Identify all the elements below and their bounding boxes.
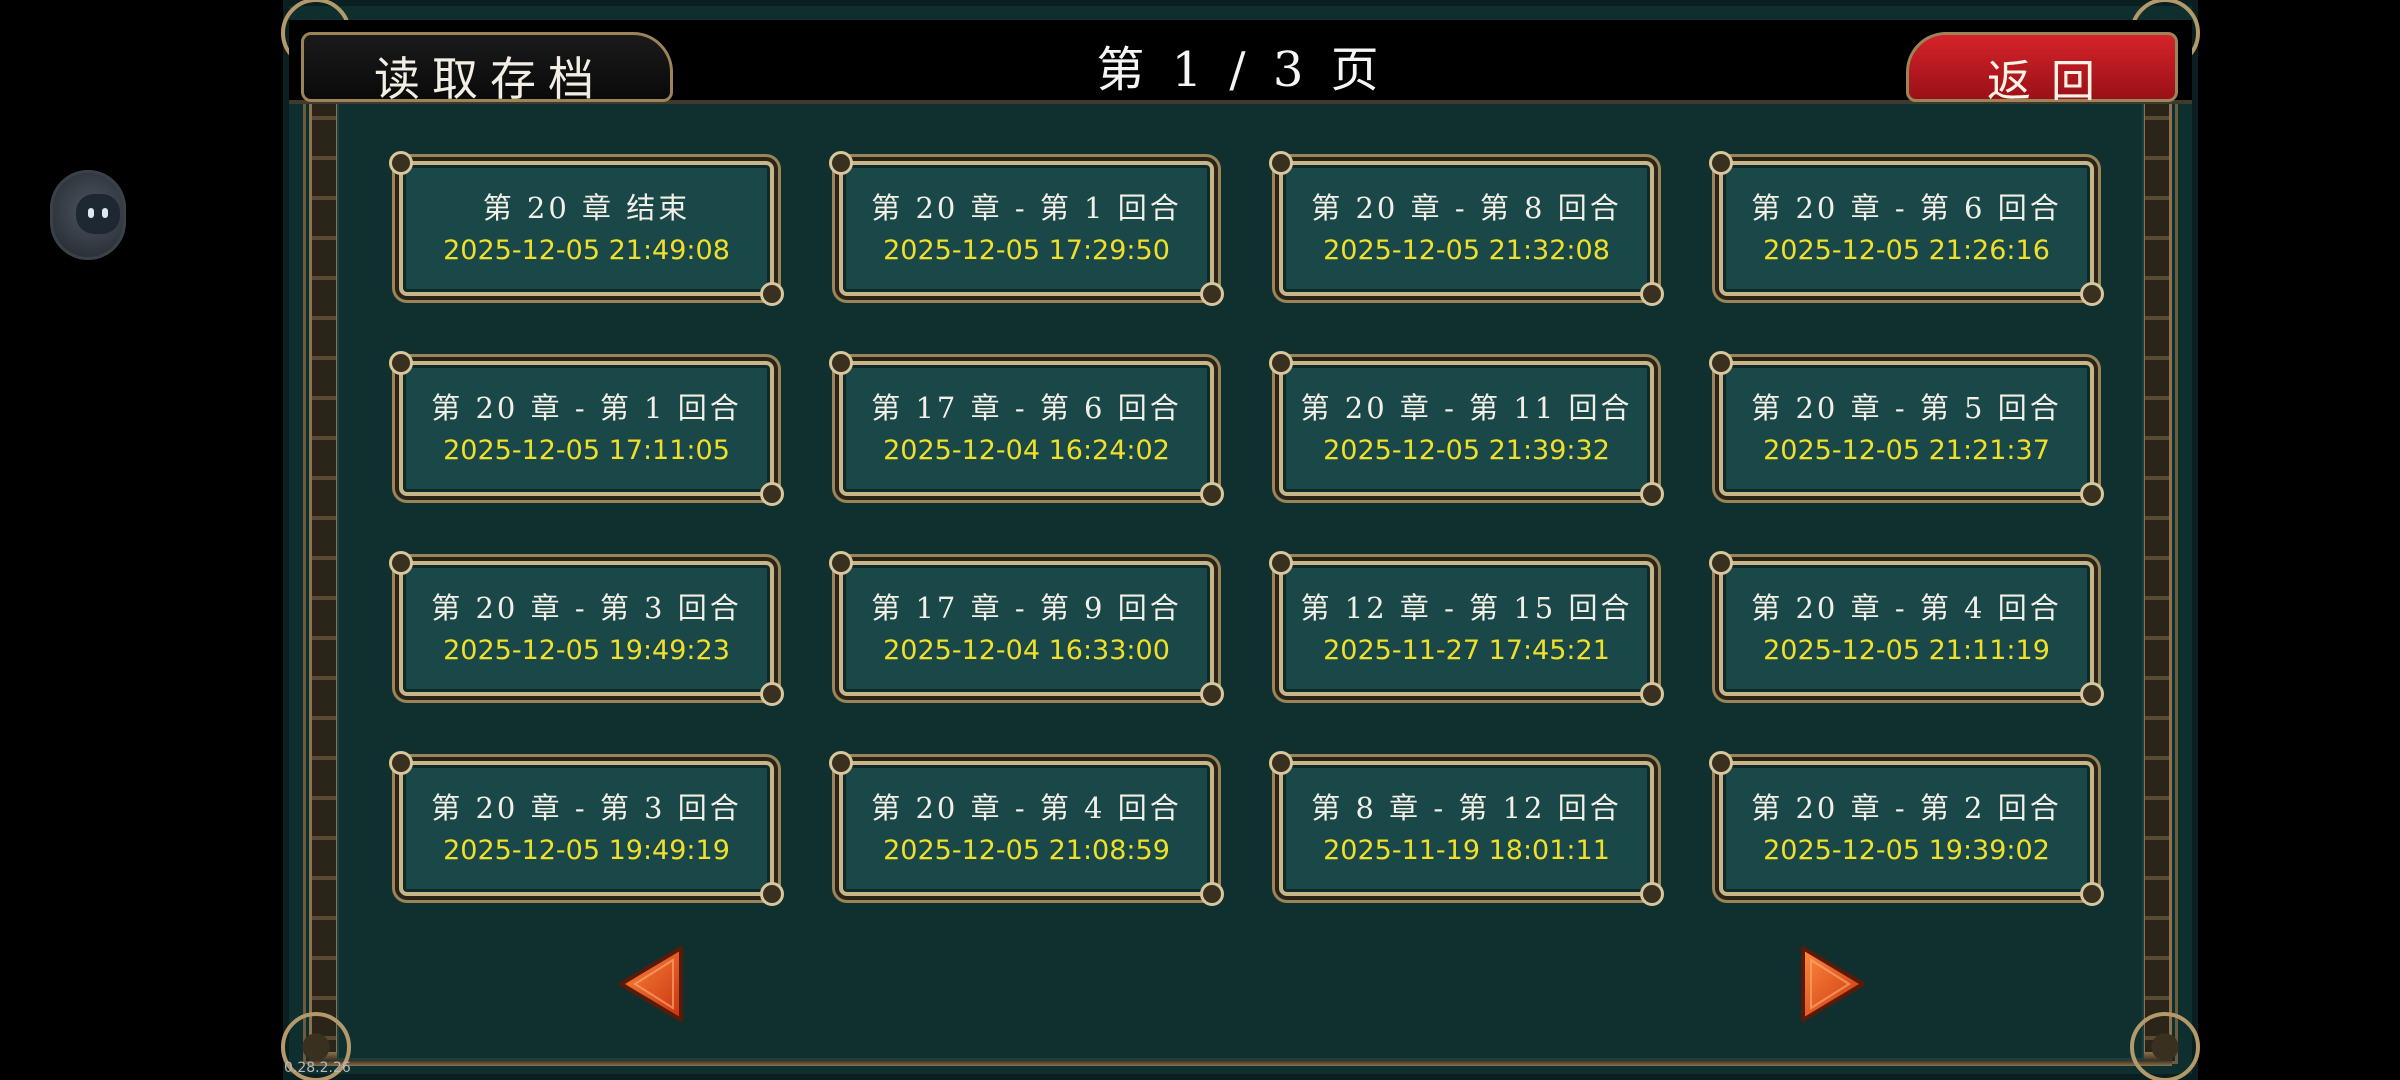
save-slot-title: 第 20 章 - 第 4 回合 [1751, 591, 2062, 625]
save-slot[interactable]: 第 20 章 - 第 5 回合 2025-12-05 21:21:37 [1709, 351, 2104, 506]
save-slot[interactable]: 第 20 章 - 第 1 回合 2025-12-05 17:11:05 [389, 351, 784, 506]
save-slot[interactable]: 第 20 章 - 第 3 回合 2025-12-05 19:49:23 [389, 551, 784, 706]
right-frame-rail [2142, 98, 2172, 1058]
save-slot-title: 第 8 章 - 第 12 回合 [1311, 791, 1622, 825]
save-slot[interactable]: 第 20 章 - 第 2 回合 2025-12-05 19:39:02 [1709, 751, 2104, 906]
save-slot-time: 2025-12-05 21:39:32 [1323, 435, 1610, 466]
robot-face-icon [76, 194, 120, 234]
save-slot[interactable]: 第 20 章 结束 2025-12-05 21:49:08 [389, 151, 784, 306]
save-slot[interactable]: 第 8 章 - 第 12 回合 2025-11-19 18:01:11 [1269, 751, 1664, 906]
save-slot-title: 第 20 章 - 第 1 回合 [431, 391, 742, 425]
save-slot-title: 第 17 章 - 第 6 回合 [871, 391, 1182, 425]
version-label: 0.28.2.26 [284, 1060, 351, 1076]
save-slot-title: 第 20 章 - 第 5 回合 [1751, 391, 2062, 425]
next-page-button[interactable] [1797, 944, 1869, 1024]
save-slot-time: 2025-12-05 19:49:23 [443, 635, 730, 666]
triangle-left-icon [619, 946, 683, 1022]
save-slot-time: 2025-12-05 21:08:59 [883, 835, 1170, 866]
save-slot-title: 第 20 章 - 第 11 回合 [1300, 391, 1633, 425]
save-slot-title: 第 17 章 - 第 9 回合 [871, 591, 1182, 625]
save-slot-time: 2025-11-19 18:01:11 [1323, 835, 1610, 866]
previous-page-button[interactable] [615, 944, 687, 1024]
floating-assistant-icon[interactable] [50, 170, 126, 260]
save-slot-time: 2025-12-04 16:33:00 [883, 635, 1170, 666]
save-slot[interactable]: 第 20 章 - 第 6 回合 2025-12-05 21:26:16 [1709, 151, 2104, 306]
save-slot-time: 2025-12-05 21:32:08 [1323, 235, 1610, 266]
save-slot-title: 第 20 章 - 第 8 回合 [1311, 191, 1622, 225]
back-button-label: 返回 [1987, 56, 2115, 107]
save-slot[interactable]: 第 12 章 - 第 15 回合 2025-11-27 17:45:21 [1269, 551, 1664, 706]
save-slot-time: 2025-12-05 17:11:05 [443, 435, 730, 466]
save-slot[interactable]: 第 17 章 - 第 9 回合 2025-12-04 16:33:00 [829, 551, 1224, 706]
save-slot-title: 第 20 章 - 第 3 回合 [431, 591, 742, 625]
save-slot-time: 2025-12-05 21:21:37 [1763, 435, 2050, 466]
save-slot[interactable]: 第 20 章 - 第 4 回合 2025-12-05 21:08:59 [829, 751, 1224, 906]
save-slot-title: 第 12 章 - 第 15 回合 [1300, 591, 1633, 625]
save-slot-title: 第 20 章 结束 [482, 191, 691, 225]
save-slot-time: 2025-12-05 21:49:08 [443, 235, 730, 266]
save-slot-title: 第 20 章 - 第 2 回合 [1751, 791, 2062, 825]
save-slot[interactable]: 第 20 章 - 第 4 回合 2025-12-05 21:11:19 [1709, 551, 2104, 706]
save-slot-time: 2025-12-05 21:11:19 [1763, 635, 2050, 666]
save-slot[interactable]: 第 20 章 - 第 8 回合 2025-12-05 21:32:08 [1269, 151, 1664, 306]
save-slot[interactable]: 第 20 章 - 第 3 回合 2025-12-05 19:49:19 [389, 751, 784, 906]
save-slot-time: 2025-12-05 17:29:50 [883, 235, 1170, 266]
save-slot-time: 2025-12-05 19:49:19 [443, 835, 730, 866]
save-slot[interactable]: 第 20 章 - 第 1 回合 2025-12-05 17:29:50 [829, 151, 1224, 306]
triangle-right-icon [1801, 946, 1865, 1022]
save-slot-title: 第 20 章 - 第 6 回合 [1751, 191, 2062, 225]
save-slot-time: 2025-11-27 17:45:21 [1323, 635, 1610, 666]
save-slot-grid: 第 20 章 结束 2025-12-05 21:49:08 第 20 章 - 第… [389, 151, 2104, 906]
game-screen: 读取存档 第 1 / 3 页 返回 第 20 章 结束 2025-12-05 2… [0, 0, 2400, 1080]
top-bar: 读取存档 第 1 / 3 页 返回 [289, 20, 2192, 107]
save-slot-title: 第 20 章 - 第 1 回合 [871, 191, 1182, 225]
save-slot[interactable]: 第 20 章 - 第 11 回合 2025-12-05 21:39:32 [1269, 351, 1664, 506]
save-slot-title: 第 20 章 - 第 4 回合 [871, 791, 1182, 825]
save-slot-time: 2025-12-05 21:26:16 [1763, 235, 2050, 266]
back-button[interactable]: 返回 [1906, 32, 2178, 107]
save-slot-time: 2025-12-04 16:24:02 [883, 435, 1170, 466]
load-save-panel: 读取存档 第 1 / 3 页 返回 第 20 章 结束 2025-12-05 2… [281, 0, 2200, 1080]
corner-ornament-icon [2130, 1012, 2200, 1080]
save-slot-time: 2025-12-05 19:39:02 [1763, 835, 2050, 866]
save-slot-title: 第 20 章 - 第 3 回合 [431, 791, 742, 825]
left-frame-rail [309, 98, 339, 1058]
save-slot[interactable]: 第 17 章 - 第 6 回合 2025-12-04 16:24:02 [829, 351, 1224, 506]
